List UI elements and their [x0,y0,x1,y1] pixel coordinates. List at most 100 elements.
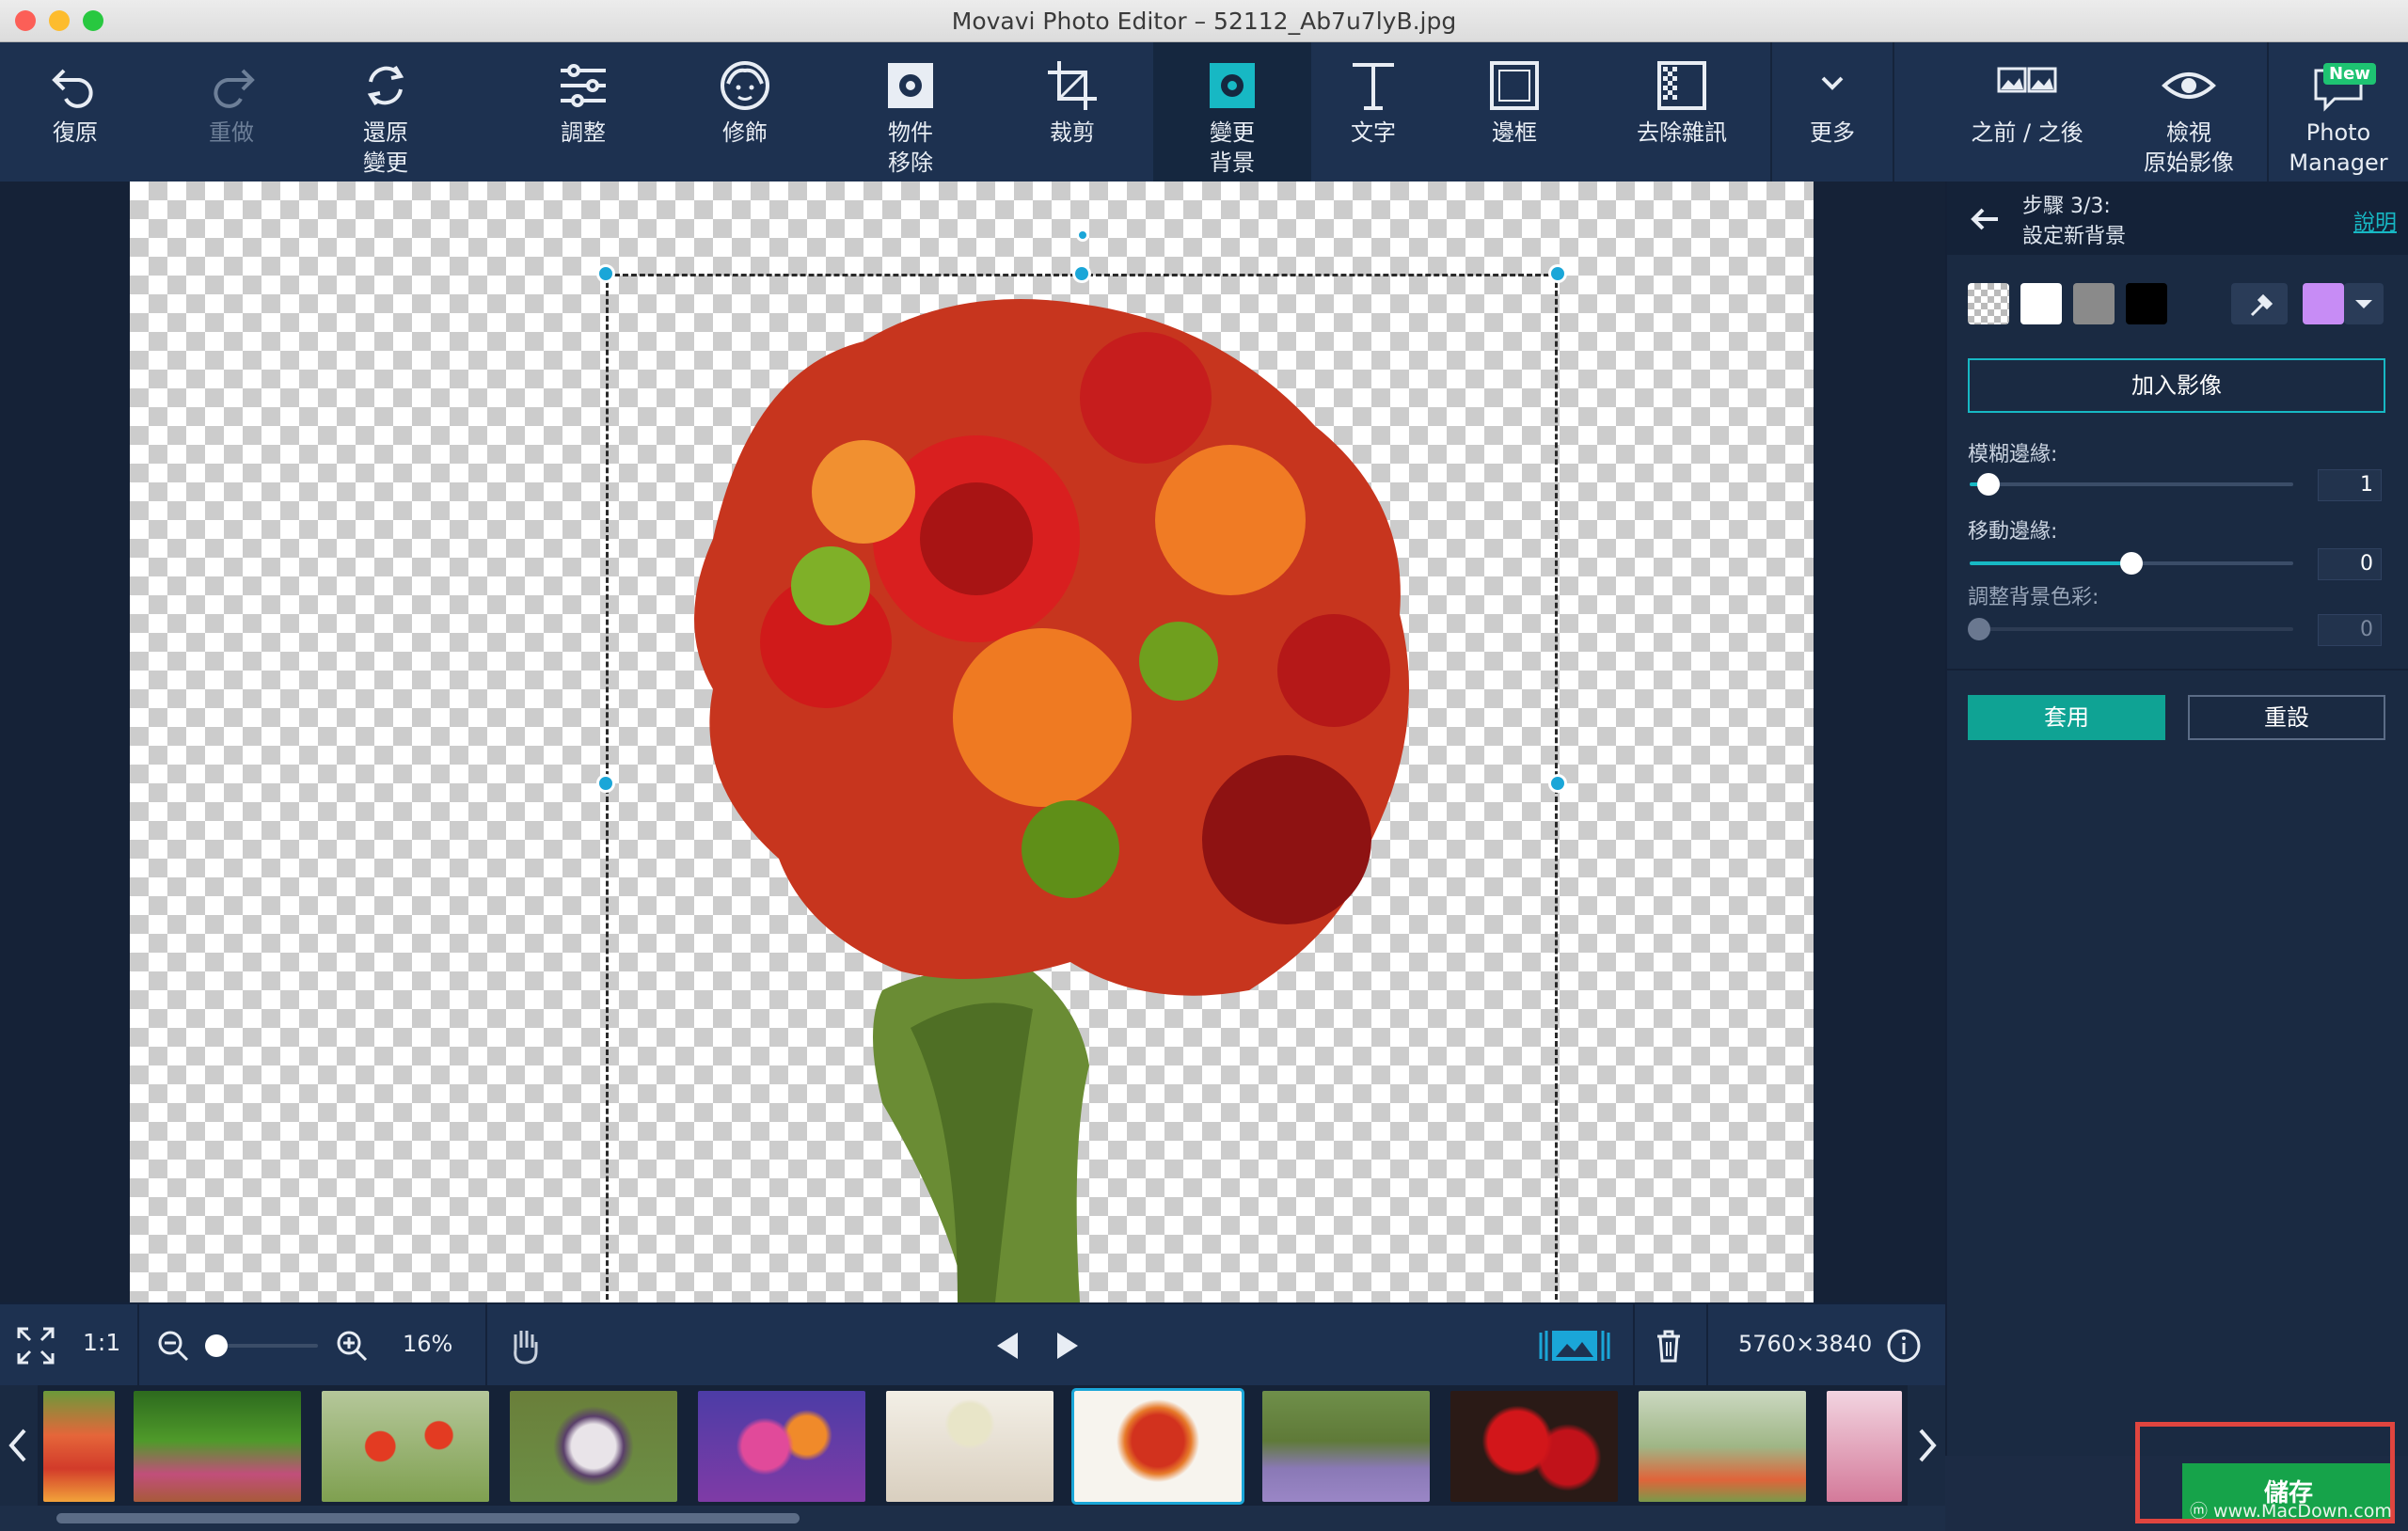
filmstrip-scrollbar[interactable] [0,1506,1945,1531]
selection-box[interactable] [606,274,1558,1302]
thumbnail-tulips[interactable] [43,1391,115,1502]
frame-button[interactable]: 邊框 [1458,42,1571,182]
back-arrow-icon[interactable] [1966,200,2004,238]
info-icon[interactable] [1885,1327,1923,1365]
blur-edges-value[interactable]: 1 [2318,469,2382,501]
panel-divider [1947,669,2408,671]
thumbnail-bridal-bouquet[interactable] [510,1391,677,1502]
caret-down-icon [2355,300,2372,308]
view-original-label: 檢視 原始影像 [2144,119,2234,176]
filmstrip-toggle-icon[interactable] [1537,1325,1612,1366]
chevron-down-icon [1821,76,1844,90]
crop-button[interactable]: 裁剪 [1016,42,1129,182]
selection-handle-left[interactable] [596,774,615,793]
next-image-icon[interactable] [1054,1330,1082,1362]
adjust-bg-color-label: 調整背景色彩: [1968,586,2099,609]
selection-handle-top[interactable] [1072,264,1091,283]
window-title: Movavi Photo Editor – 52112_Ab7u7lyB.jpg [951,8,1457,35]
thumbnail-lilies[interactable] [698,1391,865,1502]
retouch-label: 修飾 [722,119,768,146]
help-link[interactable]: 說明 [2353,204,2397,236]
bottom-toolbar: 1:1 16% 5760×3840 [0,1302,1945,1387]
thumbnail-wildflowers[interactable] [1639,1391,1806,1502]
shift-edges-slider-fill [1970,561,2131,565]
frame-icon [1490,61,1539,110]
more-button[interactable]: 更多 [1776,42,1889,182]
more-label: 更多 [1810,119,1855,146]
toolbar-divider [1893,42,1894,182]
zoom-percentage: 16% [403,1331,453,1357]
change-background-button[interactable]: 變更 背景 [1153,42,1311,186]
object-removal-button[interactable]: 物件 移除 [854,42,967,182]
denoise-label: 去除雜訊 [1637,119,1727,146]
restore-changes-label: 還原 變更 [363,119,408,176]
selection-handle-right[interactable] [1548,774,1567,793]
restore-changes-button[interactable]: 還原 變更 [329,42,442,182]
shift-edges-slider-knob[interactable] [2120,552,2143,575]
reset-button[interactable]: 重設 [2188,695,2385,740]
bottom-divider [1633,1304,1635,1387]
filmstrip-next-button[interactable] [1908,1385,1945,1506]
zoom-slider-knob[interactable] [205,1334,228,1357]
thumbnail-forest-path[interactable] [134,1391,301,1502]
eyedropper-button[interactable] [2231,283,2288,324]
hand-tool-icon[interactable] [506,1325,544,1366]
previous-image-icon[interactable] [993,1330,1022,1362]
chevron-left-icon [8,1428,26,1462]
actual-size-button[interactable]: 1:1 [83,1329,120,1356]
transparent-swatch[interactable] [1968,283,2009,324]
canvas-gutter-right [1814,182,1945,1302]
bottom-divider [137,1304,139,1387]
scrollbar-thumb[interactable] [56,1513,800,1523]
rotation-handle[interactable] [1076,229,1089,242]
adjust-bg-color-value[interactable]: 0 [2318,614,2382,646]
gray-swatch[interactable] [2073,283,2115,324]
fit-screen-icon[interactable] [15,1325,56,1366]
thumbnail-table-flowers[interactable] [886,1391,1054,1502]
blur-edges-label: 模糊邊緣: [1968,443,2058,466]
blur-edges-slider-knob[interactable] [1977,473,2000,496]
bottom-divider [1706,1304,1708,1387]
color-dropdown-button[interactable] [2344,283,2384,324]
redo-label: 重做 [209,119,254,146]
adjust-bg-color-slider-knob[interactable] [1968,618,1990,640]
filmstrip-prev-button[interactable] [0,1385,38,1506]
new-badge: New [2323,63,2376,85]
thumbnail-crocus-field[interactable] [1262,1391,1430,1502]
denoise-button[interactable]: 去除雜訊 [1616,42,1748,182]
blur-edges-slider[interactable] [1970,482,2293,486]
adjust-label: 調整 [561,119,606,146]
thumbnail-poppies[interactable] [322,1391,489,1502]
add-image-button[interactable]: 加入影像 [1968,358,2385,413]
image-canvas[interactable] [130,182,1814,1302]
refresh-icon [367,65,404,106]
before-after-button[interactable]: 之前 / 之後 [1947,42,2107,182]
adjust-button[interactable]: 調整 [527,42,640,182]
undo-icon [52,69,93,108]
white-swatch[interactable] [2020,283,2062,324]
redo-button[interactable]: 重做 [175,42,288,182]
photo-manager-label: Photo Manager [2289,119,2388,176]
undo-button[interactable]: 復原 [19,42,132,182]
zoom-out-icon[interactable] [156,1329,190,1363]
text-button[interactable]: 文字 [1317,42,1430,182]
black-swatch[interactable] [2126,283,2167,324]
shift-edges-value[interactable]: 0 [2318,548,2382,580]
thumbnail-red-bouquet-selected[interactable] [1071,1388,1244,1505]
apply-button[interactable]: 套用 [1968,695,2165,740]
change-background-panel: 步驟 3/3: 設定新背景 說明 加入影像 模糊邊緣: 1 移動邊緣: 0 調整… [1945,182,2408,1456]
adjust-bg-color-slider[interactable] [1970,627,2293,631]
trash-icon[interactable] [1652,1327,1686,1365]
thumbnail-pink-blossoms[interactable] [1827,1391,1902,1502]
bottom-divider [485,1304,487,1387]
custom-color-swatch[interactable] [2303,283,2344,324]
thumbnail-red-roses[interactable] [1450,1391,1618,1502]
toolbar-divider [2267,42,2269,182]
retouch-button[interactable]: 修飾 [689,42,801,182]
zoom-in-icon[interactable] [335,1329,369,1363]
selection-handle-top-left[interactable] [596,264,615,283]
selection-handle-top-right[interactable] [1548,264,1567,283]
view-original-button[interactable]: 檢視 原始影像 [2128,42,2250,182]
crop-icon [1048,61,1097,110]
before-after-label: 之前 / 之後 [1971,119,2083,146]
